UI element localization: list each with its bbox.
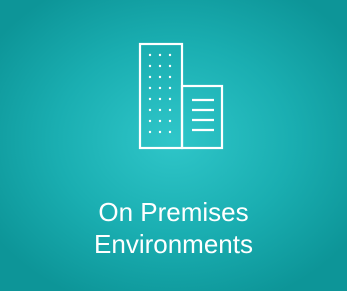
tile-title-line-2: Environments <box>94 229 253 259</box>
on-premises-environments-tile[interactable]: On Premises Environments <box>0 0 347 291</box>
tile-title: On Premises Environments <box>0 196 347 260</box>
office-building-icon <box>138 42 224 150</box>
tile-title-line-1: On Premises <box>98 197 249 227</box>
